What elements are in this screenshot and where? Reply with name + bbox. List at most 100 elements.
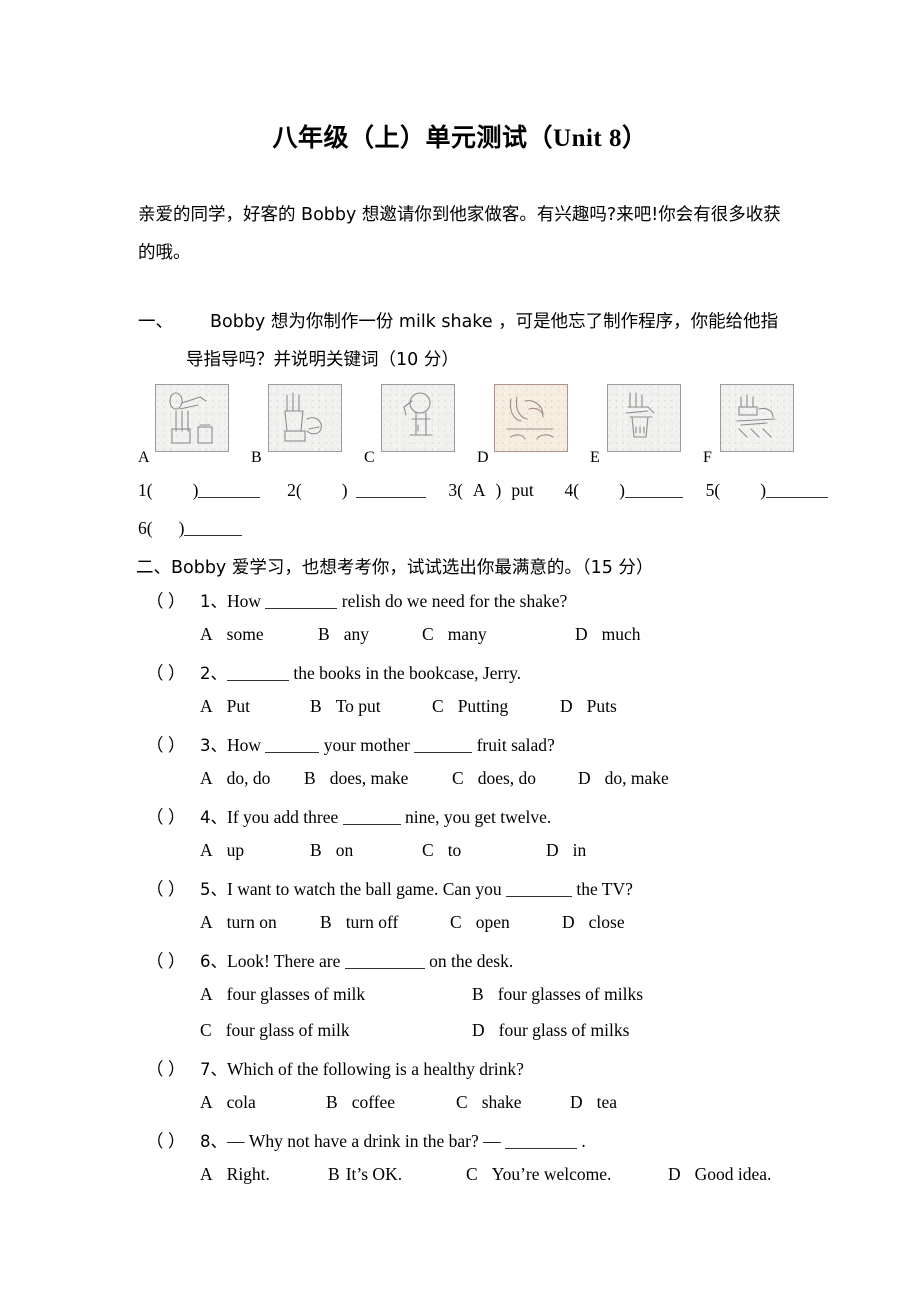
question-7-option-c[interactable]: Cshake (456, 1092, 522, 1113)
question-4-text-after: nine, you get twelve. (400, 807, 552, 827)
question-5-option-c[interactable]: Copen (450, 912, 510, 933)
question-1-blank[interactable] (265, 593, 338, 609)
question-6-text-before: Look! There are (227, 951, 345, 971)
question-4-option-c[interactable]: Cto (422, 840, 461, 861)
question-4-bracket[interactable]: （ ） (146, 804, 200, 829)
question-3-bracket[interactable]: （ ） (146, 732, 200, 757)
answer-blank-3[interactable]: 3(A) put (448, 480, 533, 501)
answer-blank-5-line[interactable] (766, 482, 829, 498)
answer-blank-2[interactable]: 2() (287, 480, 426, 501)
q6-opt-b-letter: B (472, 984, 484, 1004)
answer-blank-6-line[interactable] (184, 520, 243, 536)
sketch-banana-peel-icon (506, 396, 554, 440)
answer-blank-2-line[interactable] (355, 482, 426, 498)
question-1-bracket[interactable]: （ ） (146, 588, 200, 613)
q4-opt-c-text: to (447, 840, 462, 860)
question-3-blank-2[interactable] (414, 737, 473, 753)
sketch-person-drinking-icon (403, 392, 433, 436)
answer-blank-4[interactable]: 4() (564, 480, 683, 501)
question-1-option-a[interactable]: Asome (200, 624, 264, 645)
question-2-option-b[interactable]: B To put (310, 696, 381, 717)
answer-blank-1-line[interactable] (198, 482, 261, 498)
question-6-option-b[interactable]: Bfour glasses of milks (472, 984, 643, 1005)
question-2-option-d[interactable]: D Puts (560, 696, 617, 717)
q3-opt-a-text: do, do (226, 768, 271, 788)
q8-opt-d-text: Good idea. (694, 1164, 772, 1184)
picture-item-f: F (703, 382, 797, 466)
question-8-option-d[interactable]: D Good idea. (668, 1164, 771, 1185)
q7-opt-c-letter: C (456, 1092, 468, 1112)
question-5-blank[interactable] (505, 881, 572, 897)
answer-blank-3-word: put (511, 480, 534, 500)
question-4-option-a[interactable]: Aup (200, 840, 244, 861)
question-2-text-after: the books in the bookcase, Jerry. (289, 663, 522, 683)
q4-opt-c-letter: C (422, 840, 434, 860)
question-1-option-c[interactable]: Cmany (422, 624, 487, 645)
question-5-option-a[interactable]: Aturn on (200, 912, 277, 933)
question-3-option-a[interactable]: Ado, do (200, 768, 270, 789)
picture-item-b: B (251, 382, 345, 466)
question-7-number: 7、 (200, 1060, 227, 1079)
answer-blank-4-line[interactable] (624, 482, 683, 498)
q1-opt-d-text: much (601, 624, 641, 644)
q4-opt-d-text: in (572, 840, 587, 860)
q2-opt-a-letter: A (200, 696, 213, 716)
answer-blank-1[interactable]: 1() (138, 480, 261, 501)
question-2-blank[interactable] (227, 665, 289, 681)
answer-blank-5-num: 5( (705, 480, 721, 500)
question-5-bracket[interactable]: （ ） (146, 876, 200, 901)
question-4-option-b[interactable]: Bon (310, 840, 353, 861)
question-7-bracket[interactable]: （ ） (146, 1056, 200, 1081)
question-8-option-b[interactable]: B It’s OK. (328, 1164, 402, 1185)
question-8-option-c[interactable]: C You’re welcome. (466, 1164, 611, 1185)
question-4-option-d[interactable]: Din (546, 840, 586, 861)
question-6-option-c[interactable]: Cfour glass of milk (200, 1020, 350, 1041)
question-2-bracket[interactable]: （ ） (146, 660, 200, 685)
question-1-text-before: How (227, 591, 266, 611)
question-2-option-a[interactable]: A Put (200, 696, 250, 717)
question-8-bracket[interactable]: （ ） (146, 1128, 200, 1153)
question-3-blank-1[interactable] (265, 737, 320, 753)
question-3-option-d[interactable]: Ddo, make (578, 768, 669, 789)
page-title-unit: （Unit 8） (527, 125, 648, 152)
question-8-option-a[interactable]: A Right. (200, 1164, 270, 1185)
question-6: （ ） 6、Look! There are on the desk. (146, 948, 513, 973)
question-7-option-d[interactable]: Dtea (570, 1092, 617, 1113)
question-3-option-b[interactable]: Bdoes, make (304, 768, 408, 789)
question-6-blank[interactable] (344, 953, 425, 969)
question-7-option-a[interactable]: Acola (200, 1092, 256, 1113)
answer-blank-5[interactable]: 5() (705, 480, 829, 501)
q3-opt-c-letter: C (452, 768, 464, 788)
question-5: （ ） 5、I want to watch the ball game. Can … (146, 876, 633, 901)
section-two-heading: 二、Bobby 爱学习，也想考考你，试试选出你最满意的。（15 分） (136, 558, 654, 578)
q6-opt-c-text: four glass of milk (225, 1020, 350, 1040)
q8-opt-c-text: You’re welcome. (491, 1164, 612, 1184)
question-6-bracket[interactable]: （ ） (146, 948, 200, 973)
question-5-option-d[interactable]: Dclose (562, 912, 625, 933)
question-1-option-b[interactable]: Bany (318, 624, 369, 645)
q3-opt-b-letter: B (304, 768, 316, 788)
question-7-option-b[interactable]: Bcoffee (326, 1092, 395, 1113)
q3-opt-c-text: does, do (477, 768, 537, 788)
question-1-number: 1、 (200, 592, 227, 611)
question-6-option-d[interactable]: Dfour glass of milks (472, 1020, 629, 1041)
q6-opt-d-text: four glass of milks (498, 1020, 630, 1040)
picture-label-c: C (364, 449, 375, 466)
question-3-option-c[interactable]: Cdoes, do (452, 768, 536, 789)
intro-paragraph: 亲爱的同学，好客的 Bobby 想邀请你到他家做客。有兴趣吗?来吧!你会有很多收… (138, 205, 781, 263)
question-6-option-a[interactable]: Afour glasses of milk (200, 984, 365, 1005)
picture-row: A B C D E F (138, 382, 808, 466)
answer-blank-6[interactable]: 6() (138, 518, 243, 539)
question-2-option-c[interactable]: C Putting (432, 696, 508, 717)
q7-opt-c-text: shake (481, 1092, 522, 1112)
question-8-blank[interactable] (504, 1133, 577, 1149)
q4-opt-b-letter: B (310, 840, 322, 860)
page-title-cn: 八年级（上）单元测试 (272, 123, 528, 152)
q8-opt-c-letter: C (466, 1164, 478, 1184)
question-1-option-d[interactable]: Dmuch (575, 624, 641, 645)
q5-opt-d-letter: D (562, 912, 575, 932)
sketch-frame-b (268, 384, 342, 452)
question-1-text-after: relish do we need for the shake? (337, 591, 568, 611)
question-5-option-b[interactable]: Bturn off (320, 912, 398, 933)
question-4-blank[interactable] (342, 809, 401, 825)
